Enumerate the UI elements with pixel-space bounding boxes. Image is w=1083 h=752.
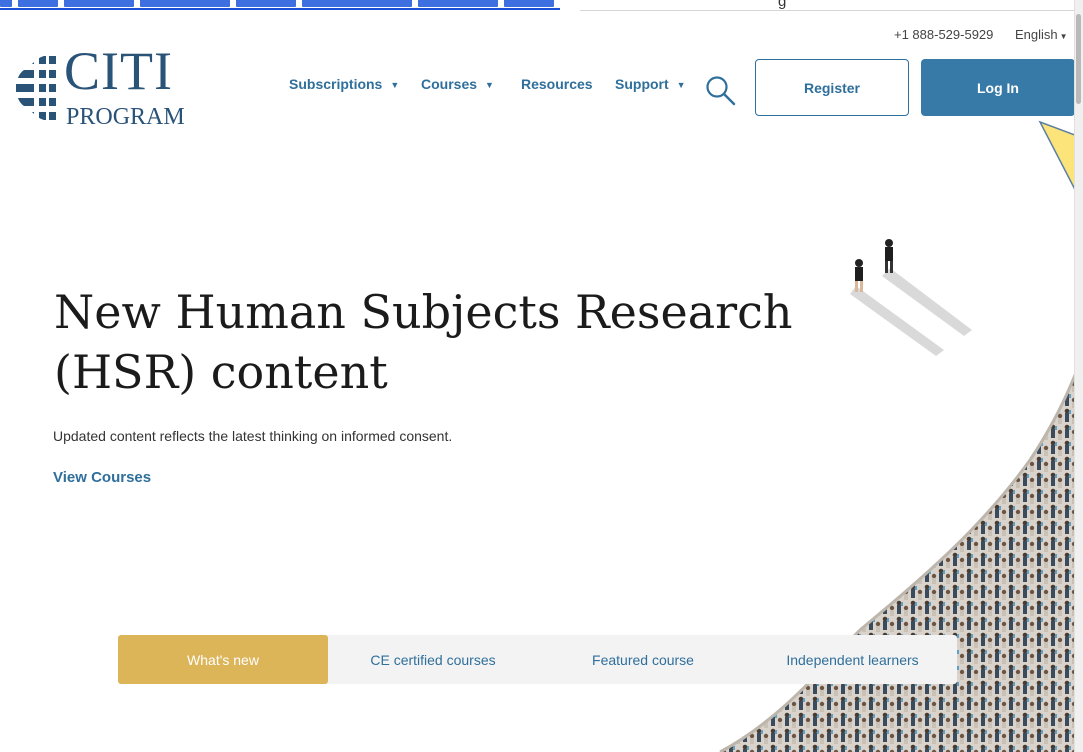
language-selector[interactable]: English ▼ xyxy=(1015,27,1068,42)
language-label: English xyxy=(1015,27,1058,42)
nav-courses[interactable]: Courses ▼ xyxy=(421,76,494,92)
globe-logo-icon xyxy=(16,56,56,120)
nav-label: Support xyxy=(615,76,669,92)
search-icon[interactable] xyxy=(705,75,737,107)
annotation-text-fragment: g xyxy=(778,0,787,10)
caret-down-icon: ▼ xyxy=(676,80,686,90)
view-courses-link[interactable]: View Courses xyxy=(53,469,151,486)
hero-subtitle: Updated content reflects the latest thin… xyxy=(53,428,453,444)
scrollbar-thumb[interactable] xyxy=(1076,14,1081,104)
logo-wordmark: CITI xyxy=(64,41,173,101)
nav-label: Courses xyxy=(421,76,478,92)
logo-subwordmark: PROGRAM xyxy=(66,104,185,130)
tab-featured-course[interactable]: Featured course xyxy=(538,635,748,684)
divider xyxy=(580,10,1083,11)
content-tabs: What's new CE certified courses Featured… xyxy=(118,635,957,684)
nav-resources[interactable]: Resources xyxy=(521,76,593,92)
caret-down-icon: ▼ xyxy=(485,80,494,90)
annotation-strip: g xyxy=(0,0,1083,12)
tab-ce-certified-courses[interactable]: CE certified courses xyxy=(328,635,538,684)
caret-down-icon: ▼ xyxy=(1059,32,1068,41)
phone-number[interactable]: +1 888-529-5929 xyxy=(894,27,993,42)
nav-label: Subscriptions xyxy=(289,76,383,92)
page-scrollbar[interactable] xyxy=(1074,0,1083,752)
nav-support[interactable]: Support ▼ xyxy=(615,76,686,92)
caret-down-icon: ▼ xyxy=(390,80,400,90)
nav-subscriptions[interactable]: Subscriptions ▼ xyxy=(289,76,399,92)
login-button[interactable]: Log In xyxy=(921,59,1075,116)
hero-title: New Human Subjects Research (HSR) conten… xyxy=(54,285,793,399)
register-button[interactable]: Register xyxy=(755,59,909,116)
tab-independent-learners[interactable]: Independent learners xyxy=(748,635,957,684)
citi-program-logo[interactable]: CITI PROGRAM xyxy=(10,41,185,132)
nav-label: Resources xyxy=(521,76,593,92)
annotated-url-link[interactable] xyxy=(0,0,560,10)
tab-whats-new[interactable]: What's new xyxy=(118,635,328,684)
